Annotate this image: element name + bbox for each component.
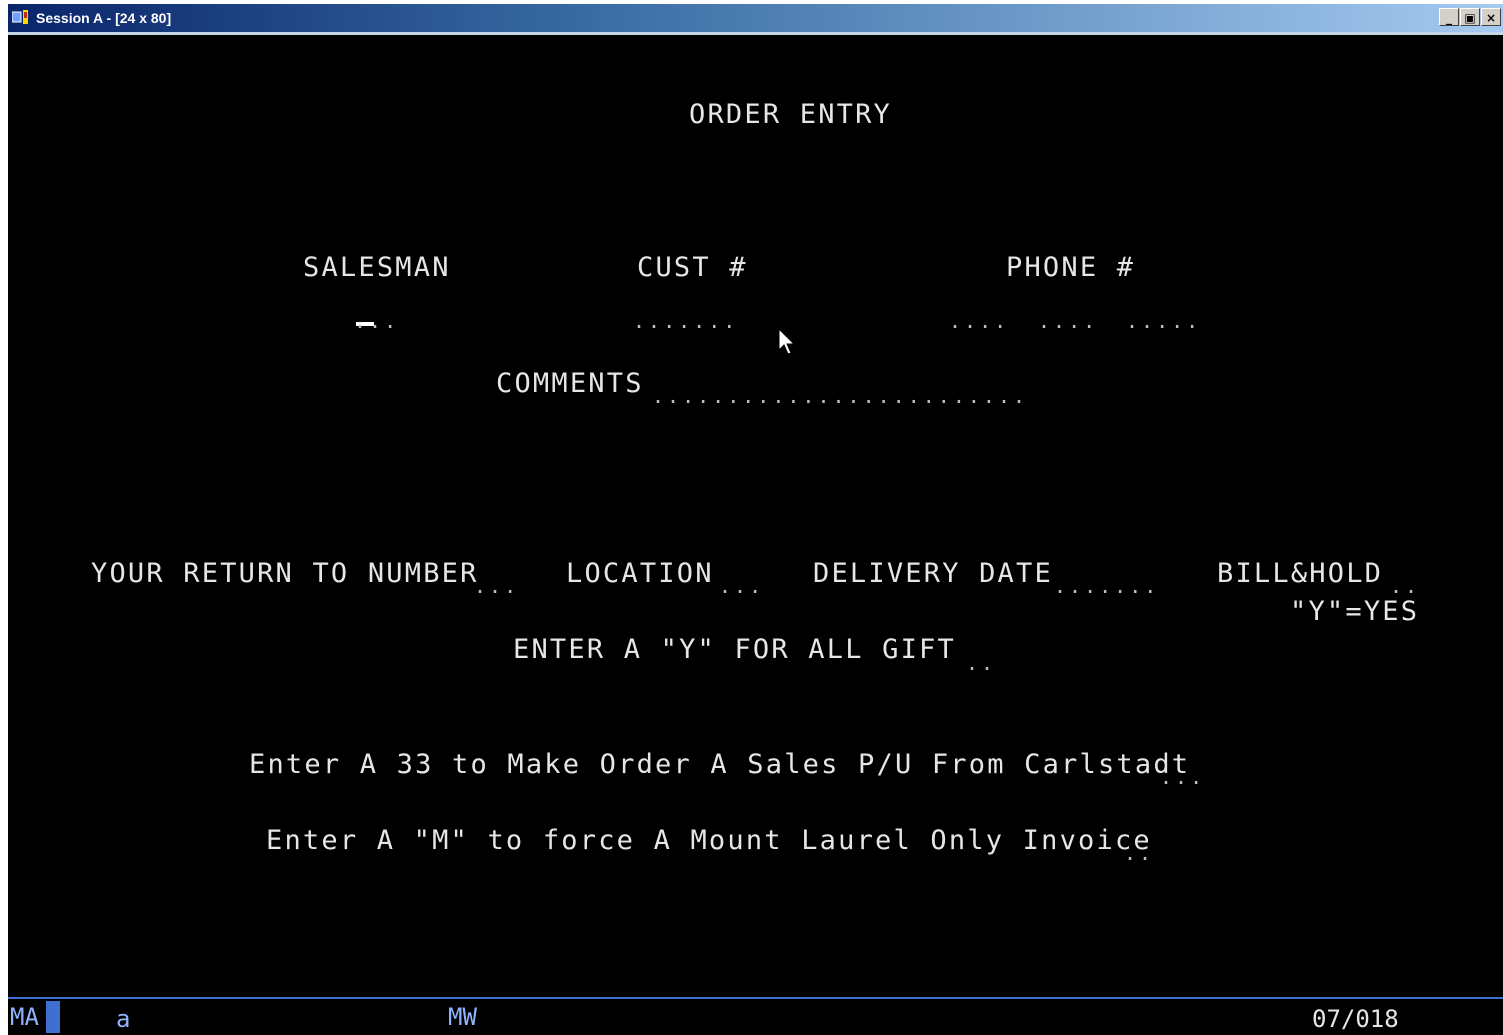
phone-line-field[interactable]: ..... xyxy=(1126,311,1201,331)
salesman-field[interactable]: ... xyxy=(354,311,399,331)
session-indicator: MA xyxy=(8,999,62,1035)
window-title: Session A - [24 x 80] xyxy=(36,10,172,26)
session-icon xyxy=(12,10,28,24)
salesman-label: SALESMAN xyxy=(303,252,451,283)
mouse-pointer-icon xyxy=(778,328,796,355)
phone-area-field[interactable]: .... xyxy=(949,311,1009,331)
return-number-label: YOUR RETURN TO NUMBER xyxy=(91,558,479,589)
delivery-date-label: DELIVERY DATE xyxy=(813,558,1053,589)
phone-label: PHONE # xyxy=(1006,252,1136,283)
delivery-date-field[interactable]: ....... xyxy=(1054,576,1159,596)
bill-hold-label: BILL&HOLD xyxy=(1217,558,1384,589)
cursor-position: 07/018 xyxy=(1312,1005,1399,1033)
restore-button[interactable]: ▣ xyxy=(1460,8,1480,26)
terminal-screen[interactable]: ORDER ENTRY SALESMAN CUST # PHONE # ... … xyxy=(8,35,1503,997)
bill-hold-hint: "Y"=YES xyxy=(1290,596,1420,627)
comments-label: COMMENTS xyxy=(496,368,644,399)
close-button[interactable]: × xyxy=(1481,8,1501,26)
carlstadt-field[interactable]: ... xyxy=(1160,767,1205,787)
phone-prefix-field[interactable]: .... xyxy=(1038,311,1098,331)
gift-field[interactable]: .. xyxy=(966,653,996,673)
operator-info-area: MA a MW 07/018 xyxy=(8,997,1503,1035)
window-controls: _ ▣ × xyxy=(1439,8,1501,28)
minimize-button[interactable]: _ xyxy=(1439,8,1459,26)
gift-label: ENTER A "Y" FOR ALL GIFT xyxy=(513,634,956,665)
session-indicator-box xyxy=(46,1001,60,1033)
carlstadt-label: Enter A 33 to Make Order A Sales P/U Fro… xyxy=(249,749,1191,780)
mode-indicator: a xyxy=(116,1005,131,1033)
return-number-field[interactable]: ... xyxy=(474,576,519,596)
location-label: LOCATION xyxy=(566,558,714,589)
mount-laurel-field[interactable]: .. xyxy=(1124,843,1154,863)
emulator-window: Session A - [24 x 80] _ ▣ × ORDER ENTRY … xyxy=(8,4,1503,1035)
comments-field[interactable]: ......................... xyxy=(652,386,1028,406)
page-title: ORDER ENTRY xyxy=(689,99,893,130)
session-indicator-text: MA xyxy=(10,1003,39,1031)
cust-label: CUST # xyxy=(637,252,748,283)
workstation-indicator: MW xyxy=(448,1003,477,1031)
mount-laurel-label: Enter A "M" to force A Mount Laurel Only… xyxy=(266,825,1152,856)
title-bar[interactable]: Session A - [24 x 80] _ ▣ × xyxy=(8,4,1503,32)
bill-hold-field[interactable]: .. xyxy=(1390,576,1420,596)
cust-field[interactable]: ....... xyxy=(633,311,738,331)
location-field[interactable]: ... xyxy=(719,576,764,596)
